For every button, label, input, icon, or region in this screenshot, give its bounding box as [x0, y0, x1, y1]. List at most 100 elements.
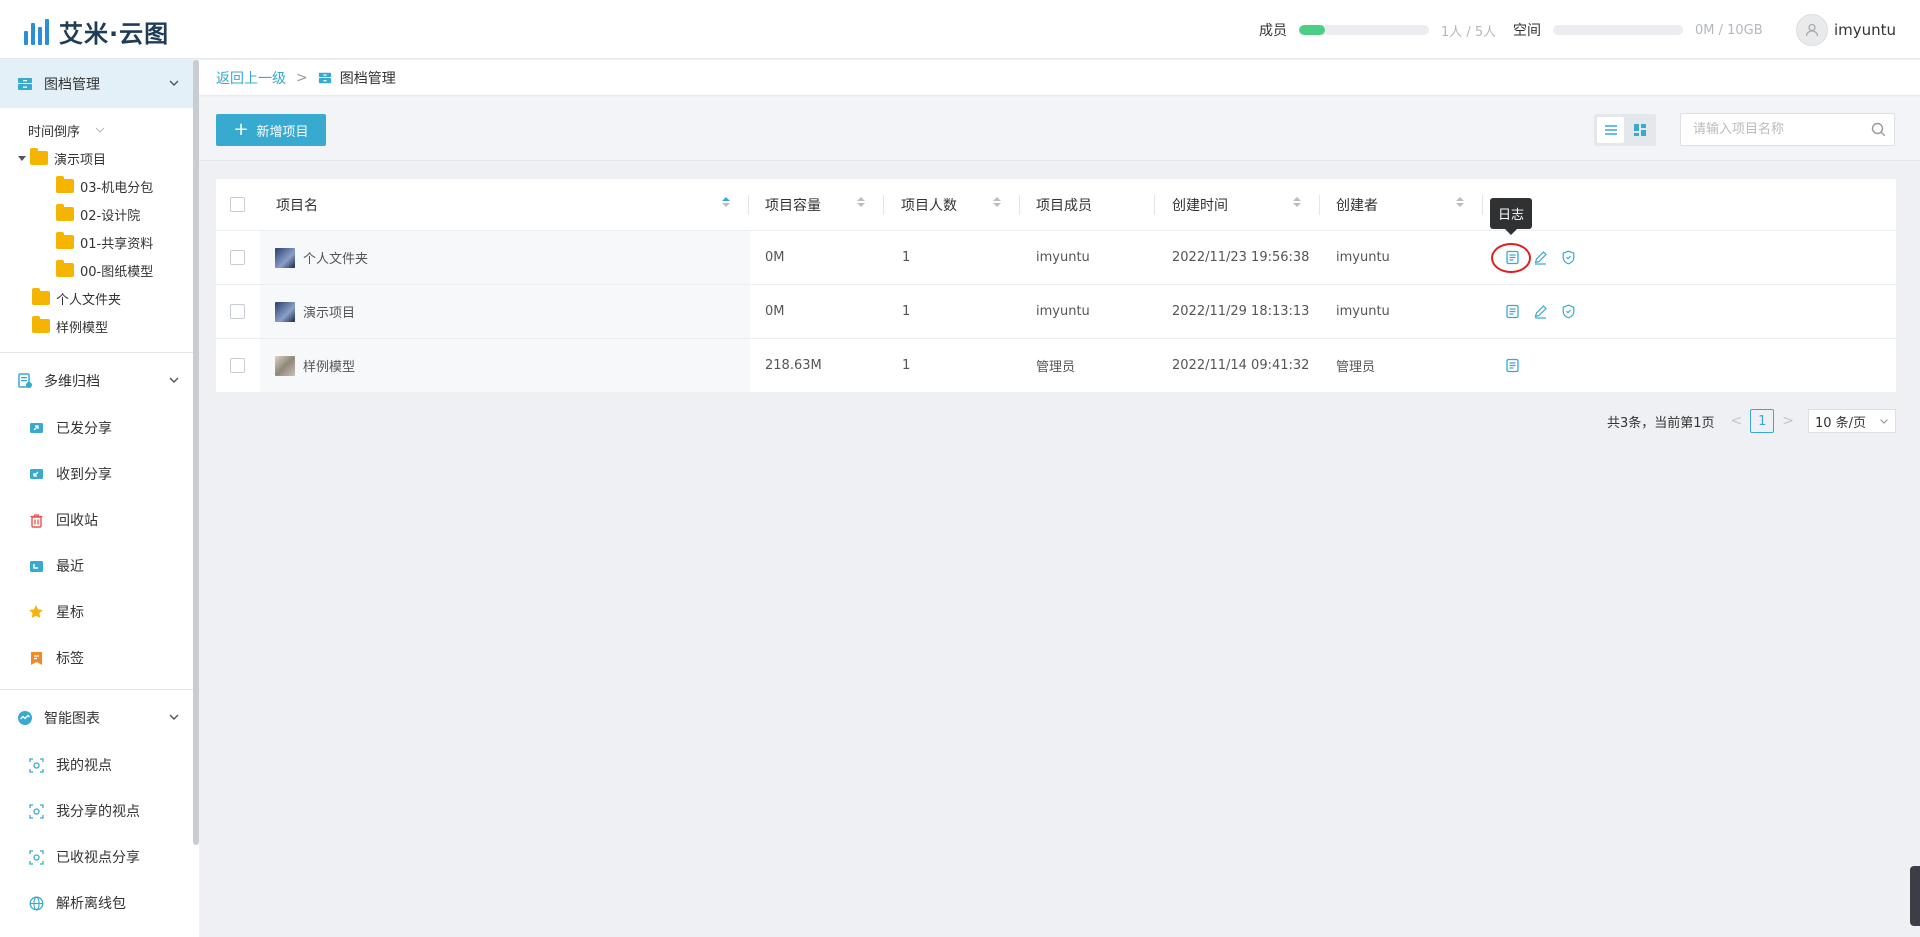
project-created-time: 2022/11/23 19:56:38	[1172, 250, 1310, 265]
chevron-down-icon[interactable]	[167, 710, 181, 724]
user-name: imyuntu	[1833, 21, 1896, 39]
sidebar-item-received-viewpoints[interactable]: 已收视点分享	[0, 834, 199, 880]
sidebar-section-archive[interactable]: 图档管理	[0, 60, 199, 108]
sort-creator-icon[interactable]	[1456, 197, 1464, 207]
folder-icon	[56, 204, 74, 221]
tree-item-child[interactable]: 00-图纸模型	[0, 256, 199, 284]
tree-item-child[interactable]: 03-机电分包	[0, 172, 199, 200]
archive-icon	[16, 75, 34, 93]
tree-item-label: 演示项目	[54, 152, 107, 168]
tree-item-child[interactable]: 02-设计院	[0, 200, 199, 228]
sort-created-icon[interactable]	[1293, 197, 1301, 207]
sidebar-item-label: 星标	[56, 605, 84, 621]
sort-name-icon[interactable]	[722, 197, 730, 207]
project-name-cell[interactable]: 演示项目	[275, 285, 355, 338]
project-name[interactable]: 个人文件夹	[303, 248, 368, 267]
breadcrumb-back-link[interactable]: 返回上一级	[216, 68, 286, 88]
project-members: imyuntu	[1036, 250, 1090, 265]
log-button[interactable]	[1503, 357, 1521, 375]
column-header-name[interactable]: 项目名	[276, 179, 318, 230]
project-name-cell[interactable]: 个人文件夹	[275, 231, 368, 284]
brand-name: 艾米·云图	[59, 20, 170, 48]
column-header-count[interactable]: 项目人数	[901, 179, 957, 230]
add-project-button[interactable]: + 新增项目	[216, 114, 326, 146]
sidebar-item-starred[interactable]: 星标	[0, 589, 199, 635]
log-button[interactable]	[1503, 303, 1521, 321]
project-name[interactable]: 样例模型	[303, 356, 355, 375]
sidebar-item-received-shares[interactable]: 收到分享	[0, 451, 199, 497]
recent-icon	[28, 558, 44, 574]
table-row[interactable]: 样例模型 218.63M 1 管理员 2022/11/14 09:41:32 管…	[216, 339, 1896, 393]
sidebar-item-recent[interactable]: 最近	[0, 543, 199, 589]
row-checkbox[interactable]	[230, 250, 245, 265]
page-button-1[interactable]: 1	[1750, 409, 1775, 433]
edit-button[interactable]	[1531, 303, 1549, 321]
tag-icon	[28, 650, 44, 666]
project-table: 项目名 项目容量 项目人数 项目成员 创建时间 创建者 操作 个人文件夹 0M …	[216, 179, 1896, 393]
prev-page-button[interactable]: <	[1731, 413, 1743, 429]
user-menu[interactable]: imyuntu	[1795, 14, 1896, 46]
sidebar-item-offline-package[interactable]: 解析离线包	[0, 880, 199, 926]
select-all-checkbox[interactable]	[230, 197, 245, 212]
tree-item-child[interactable]: 01-共享资料	[0, 228, 199, 256]
permission-button[interactable]	[1559, 249, 1577, 267]
floating-side-widget[interactable]	[1910, 866, 1920, 926]
toolbar: + 新增项目	[199, 97, 1920, 161]
search-input[interactable]	[1693, 122, 1863, 137]
nav-list-charts: 我的视点 我分享的视点 已收视点分享 解析离线包	[0, 742, 199, 926]
row-checkbox[interactable]	[230, 304, 245, 319]
folder-icon	[32, 288, 50, 305]
row-checkbox-cell	[230, 339, 245, 392]
row-actions	[1503, 285, 1577, 338]
edit-button[interactable]	[1531, 249, 1549, 267]
grid-view-button[interactable]	[1626, 117, 1653, 143]
page-size-select[interactable]: 10 条/页	[1808, 409, 1896, 433]
project-name-cell[interactable]: 样例模型	[275, 339, 355, 392]
members-usage: 成员 1人 / 5人	[1259, 20, 1496, 40]
next-page-button[interactable]: >	[1782, 413, 1794, 429]
sidebar-item-my-viewpoints[interactable]: 我的视点	[0, 742, 199, 788]
table-row[interactable]: 个人文件夹 0M 1 imyuntu 2022/11/23 19:56:38 i…	[216, 231, 1896, 285]
column-header-creator[interactable]: 创建者	[1336, 179, 1378, 230]
breadcrumb-current: 图档管理	[318, 68, 396, 88]
chevron-down-icon[interactable]	[167, 76, 181, 90]
folder-icon	[56, 232, 74, 249]
project-creator: imyuntu	[1336, 304, 1390, 319]
viewpoint-share-icon	[28, 803, 44, 819]
sidebar-section-label: 多维归档	[44, 374, 100, 390]
sidebar-scrollbar[interactable]	[193, 60, 199, 845]
project-thumbnail	[275, 247, 295, 268]
tree-item-personal[interactable]: 个人文件夹	[0, 284, 199, 312]
sidebar-section-multi-archive[interactable]: 多维归档	[0, 357, 199, 405]
project-size: 0M	[765, 250, 785, 265]
project-name[interactable]: 演示项目	[303, 302, 355, 321]
column-header-created[interactable]: 创建时间	[1172, 179, 1228, 230]
sidebar-item-shared-viewpoints[interactable]: 我分享的视点	[0, 788, 199, 834]
chevron-down-icon[interactable]	[167, 373, 181, 387]
caret-down-icon[interactable]	[18, 155, 26, 161]
tree-item-sample[interactable]: 样例模型	[0, 312, 199, 340]
tree-item-label: 样例模型	[56, 320, 109, 336]
sidebar-item-tags[interactable]: 标签	[0, 635, 199, 681]
sidebar-item-label: 最近	[56, 559, 84, 575]
tree-item-root[interactable]: 演示项目	[0, 144, 199, 172]
search-icon[interactable]	[1871, 122, 1886, 137]
column-header-size[interactable]: 项目容量	[765, 179, 821, 230]
sort-count-icon[interactable]	[993, 197, 1001, 207]
sidebar-item-sent-shares[interactable]: 已发分享	[0, 405, 199, 451]
sort-size-icon[interactable]	[857, 197, 865, 207]
list-view-button[interactable]	[1597, 117, 1624, 143]
brand-logo[interactable]: 艾米·云图	[24, 14, 169, 49]
table-row[interactable]: 演示项目 0M 1 imyuntu 2022/11/29 18:13:13 im…	[216, 285, 1896, 339]
avatar[interactable]	[1795, 14, 1828, 46]
column-divider	[1319, 195, 1320, 215]
permission-button[interactable]	[1559, 303, 1577, 321]
members-value: 1人 / 5人	[1441, 24, 1497, 40]
tree-sort-toggle[interactable]: 时间倒序	[0, 116, 199, 144]
log-icon	[1505, 304, 1519, 319]
sidebar-item-recycle-bin[interactable]: 回收站	[0, 497, 199, 543]
highlight-ring	[1491, 243, 1531, 273]
sidebar-item-label: 收到分享	[56, 467, 112, 483]
sidebar-section-smart-charts[interactable]: 智能图表	[0, 694, 199, 742]
row-checkbox[interactable]	[230, 358, 245, 373]
